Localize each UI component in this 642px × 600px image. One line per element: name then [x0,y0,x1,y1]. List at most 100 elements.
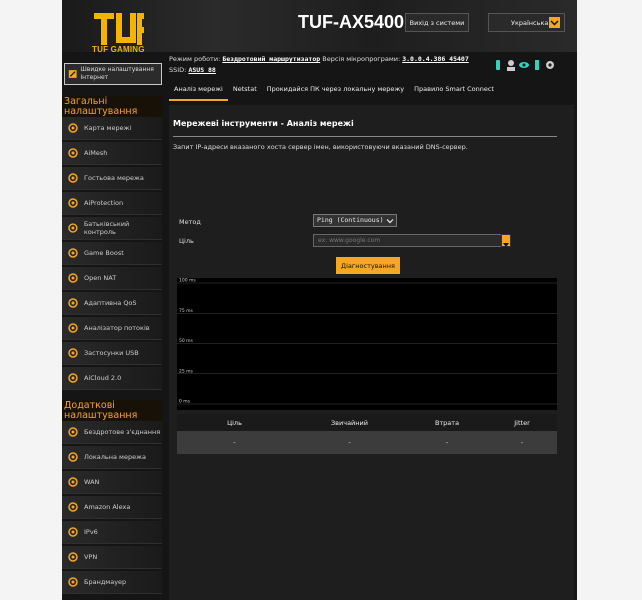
sidebar-general-item[interactable]: AiMesh [62,142,162,165]
method-select[interactable]: Ping (Continuous) [313,214,397,227]
guest-icon [68,173,78,183]
vpn-icon [68,552,78,562]
cell-loss: - [445,438,449,447]
status-icons [493,59,555,71]
ssid-link[interactable]: ASUS_88 [188,66,215,74]
wifi-icon [68,427,78,437]
sidebar-general-item[interactable]: AiProtection [62,192,162,215]
sidebar-advanced-item[interactable]: VPN [62,546,162,569]
header-normal: Звичайний [331,418,368,427]
globe-icon [68,477,78,487]
quick-setup-button[interactable]: Швидке налаштування Інтернет [64,63,162,85]
cloud-icon [68,373,78,383]
target-input[interactable]: ex: www.google.com [313,234,508,247]
chart-icon [68,323,78,333]
divider [173,136,557,137]
sidebar-general-item[interactable]: AiCloud 2.0 [62,367,162,390]
sidebar-advanced-item-label: IPv6 [84,528,98,536]
method-label: Метод [179,218,201,226]
sidebar-advanced-item-label: WAN [84,478,100,486]
stats-header-row: Ціль Звичайний Втрата Jitter [177,414,557,431]
app-window: TUF GAMING TUF-AX5400 Вихід з системи Ук… [62,0,577,600]
advanced-settings-header: Додаткові налаштування [62,400,162,423]
sidebar-advanced-item[interactable]: WAN [62,471,162,494]
sidebar-general-item[interactable]: Карта мережі [62,117,162,140]
scrollbar[interactable] [637,0,642,600]
tab-smart-connect[interactable]: Правило Smart Connect [409,82,499,101]
tab-wake-on-lan[interactable]: Прокидайся ПК через локальну мережу [262,82,409,101]
ipv6-icon [68,527,78,537]
sidebar-advanced-item[interactable]: Брандмауер [62,571,162,594]
target-dropdown-button[interactable] [501,234,511,247]
sidebar-general-item[interactable]: Open NAT [62,267,162,290]
sidebar-general-item-label: Карта мережі [84,124,132,132]
sidebar-general-item[interactable]: Батьківський контроль [62,217,162,240]
parental-icon [68,223,78,233]
language-value: Українська [511,18,549,27]
chevron-down-icon [503,243,509,247]
sidebar-general-item[interactable]: Гостьова мережа [62,167,162,190]
quick-setup-label: Швидке налаштування Інтернет [80,66,154,81]
gauge-icon [68,298,78,308]
sidebar-advanced-item-label: Брандмауер [84,578,127,586]
sidebar-general-item-label: Застосунки USB [84,349,139,357]
sidebar-advanced-item[interactable]: IPv6 [62,521,162,544]
diagnose-button[interactable]: Діагностування [336,257,400,274]
y-tick-label: 100 ms [179,278,196,284]
sidebar-general-item-label: Адаптивна QoS [84,299,137,307]
stats-table: Ціль Звичайний Втрата Jitter - - - - [177,414,557,454]
latency-chart: 100 ms 75 ms 50 ms 25 ms 0 ms [177,278,557,410]
content-area: Режим роботи: Бездротовий маршрутизатор … [169,52,574,600]
sidebar-advanced-item[interactable]: Amazon Alexa [62,496,162,519]
tab-network-analysis[interactable]: Аналіз мережі [169,82,228,101]
firmware-link[interactable]: 3.0.0.4.386_45407 [402,55,469,63]
sidebar-advanced-item-label: Amazon Alexa [84,503,131,511]
sidebar-general-item-label: Аналізатор потоків [84,324,150,332]
gamepad-icon [68,273,78,283]
alexa-icon [68,502,78,512]
user-icon[interactable] [506,59,516,71]
eye-icon[interactable] [519,59,529,71]
sidebar-advanced-item-label: Локальна мережа [84,453,146,461]
firmware-label: Версія мікропрограми: [322,55,401,63]
sidebar-general-item[interactable]: Застосунки USB [62,342,162,365]
sidebar-general-item[interactable]: Адаптивна QoS [62,292,162,315]
sidebar-general-item-label: AiCloud 2.0 [84,374,122,382]
table-row: - - - - [177,431,557,454]
network-tools-panel: Мережеві інструменти - Аналіз мережі Зап… [169,105,574,600]
sidebar-general-item[interactable]: Game Boost [62,242,162,265]
globe-icon [68,123,78,133]
mode-link[interactable]: Бездротовий маршрутизатор [222,55,320,63]
model-name: TUF-AX5400 [298,12,405,32]
sidebar-general-item[interactable]: Аналізатор потоків [62,317,162,340]
chevron-down-icon [386,219,394,224]
sidebar-advanced-item[interactable]: Локальна мережа [62,446,162,469]
target-label: Ціль [179,237,194,245]
rocket-icon [68,248,78,258]
tab-netstat[interactable]: Netstat [228,82,262,101]
sidebar-advanced-item-label: VPN [84,553,98,561]
sidebar-general-item-label: Open NAT [84,274,117,282]
panel-title: Мережеві інструменти - Аналіз мережі [173,119,354,128]
shield-icon [68,198,78,208]
cable-icon[interactable] [493,59,503,71]
cell-normal: - [348,438,351,447]
y-tick-label: 50 ms [179,338,194,344]
panel-description: Запит IP-адреси вказаного хоста сервер і… [173,143,468,151]
sidebar-advanced-item-label: Бездротове з'єднання [84,428,161,436]
gear-icon[interactable] [545,59,555,71]
sidebar-general-item-label: Гостьова мережа [84,174,144,182]
sidebar-advanced-item[interactable]: Бездротове з'єднання [62,421,162,444]
usb-status-icon[interactable] [532,59,542,71]
header-jitter: Jitter [514,418,530,427]
firewall-icon [68,577,78,587]
cell-jitter: - [520,438,524,447]
language-select[interactable]: Українська [488,13,565,32]
cell-target: - [233,438,236,447]
y-tick-label: 75 ms [179,308,194,314]
home-icon [68,452,78,462]
status-info: Режим роботи: Бездротовий маршрутизатор … [169,54,469,76]
logout-button[interactable]: Вихід з системи [405,13,469,32]
ssid-label: SSID: [169,66,187,74]
header-target: Ціль [227,418,242,427]
